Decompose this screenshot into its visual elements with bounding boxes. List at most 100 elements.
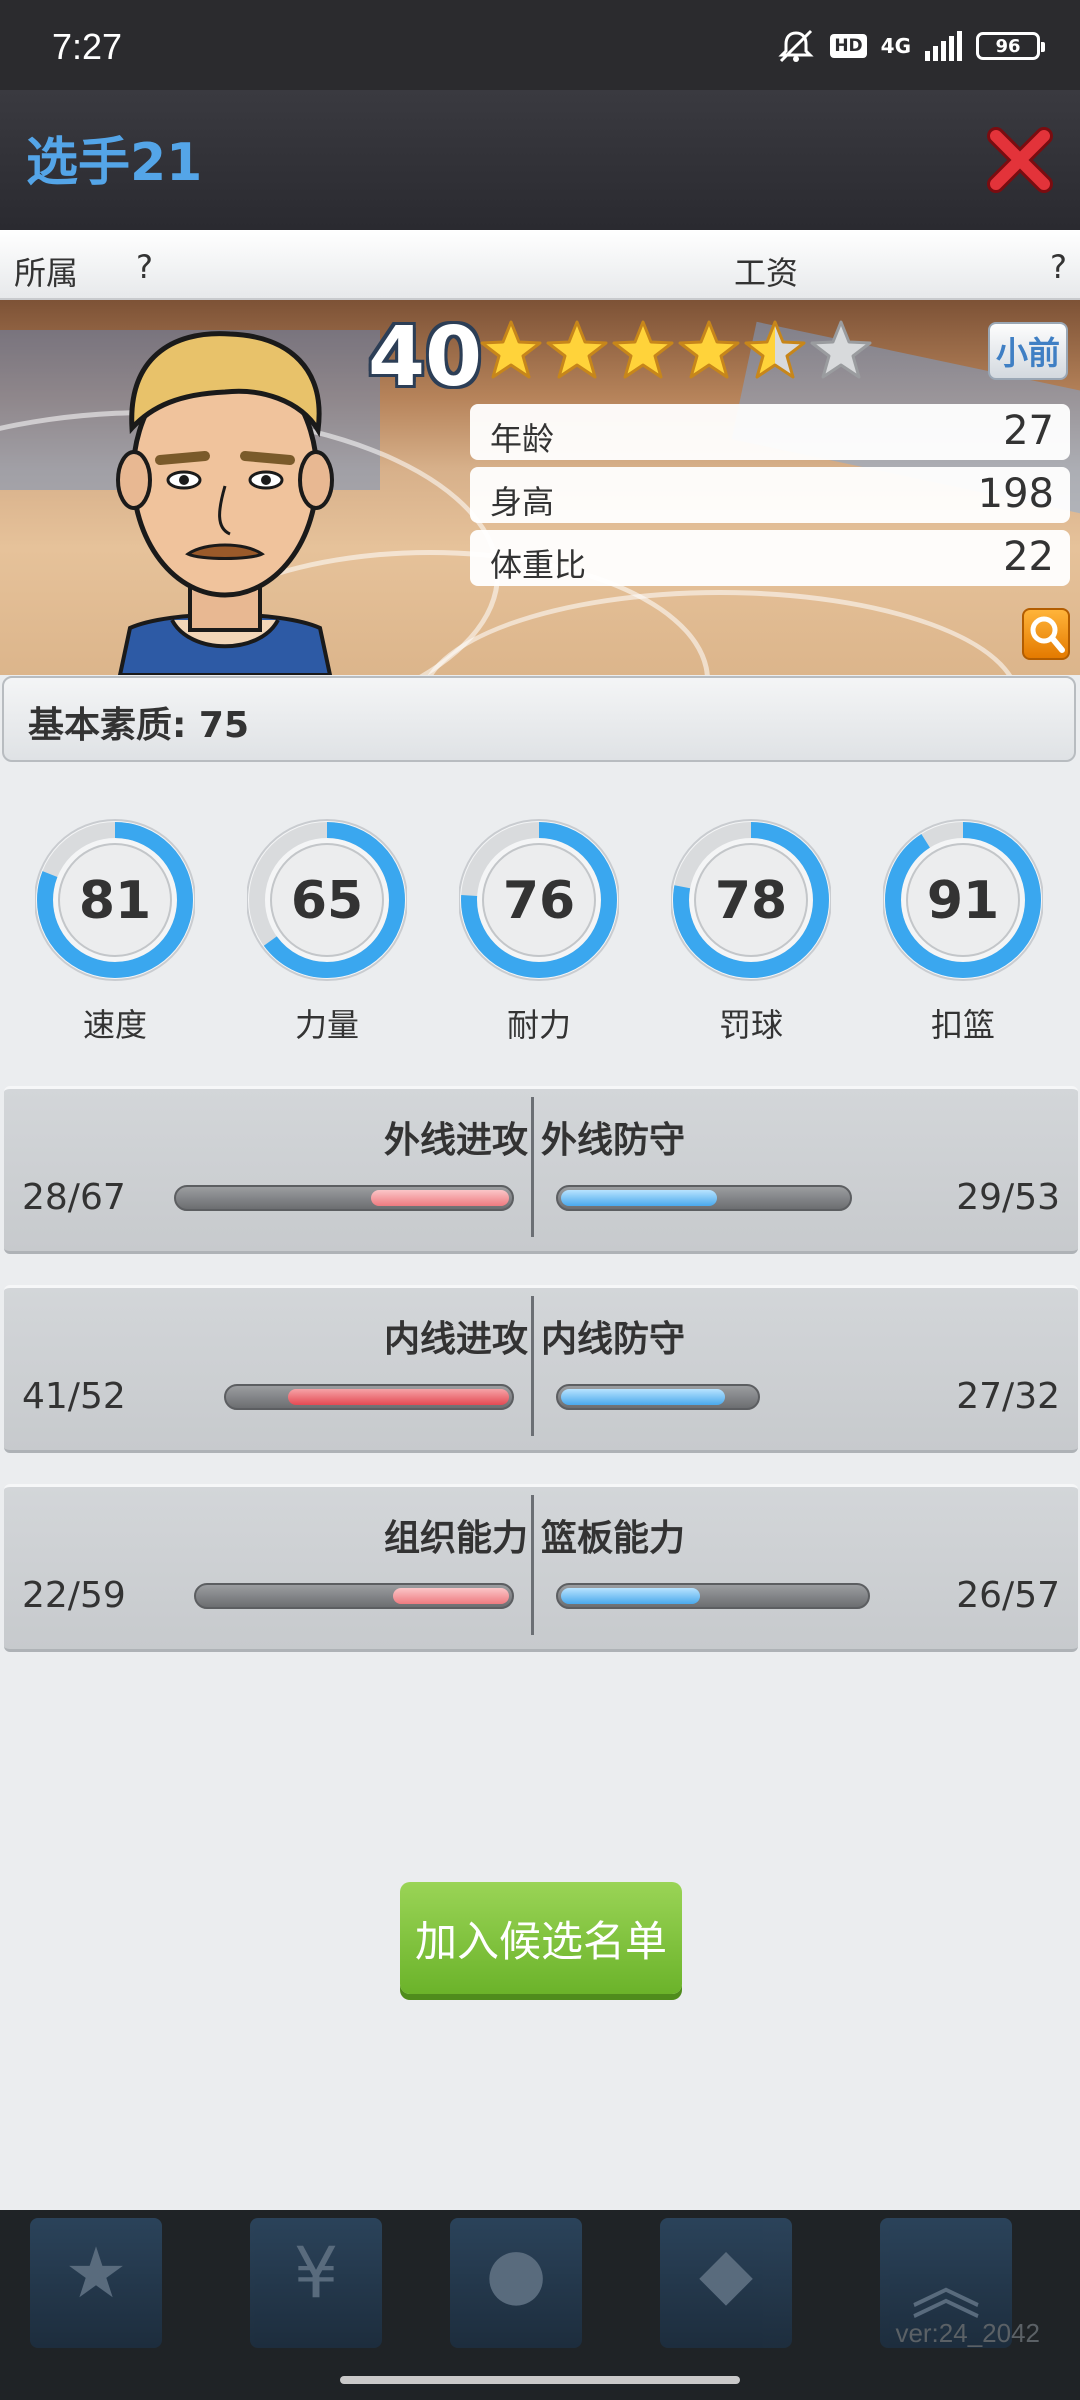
star-icon [810,320,872,379]
divider [531,1296,534,1436]
gauge-ring: 81 [34,819,196,981]
gauge-ring: 78 [670,819,832,981]
inside-defense-label: 内线防守 [541,1319,686,1360]
perimeter-defense-value: 29/53 [956,1177,1060,1218]
attr-label: 体重比 [490,546,587,584]
hd-badge: HD [830,34,867,58]
stat-panel-perimeter: 外线进攻 外线防守 28/67 29/53 [4,1086,1078,1254]
gauge-value: 78 [715,871,787,931]
gauge-speed: 81 速度 [34,810,196,1046]
attr-value: 27 [1003,408,1054,454]
close-button[interactable] [982,122,1058,198]
inside-offense-label: 内线进攻 [383,1319,528,1360]
inside-offense-bar [224,1384,514,1410]
network-type: 4G [880,34,911,58]
gauge-free-throw: 78 罚球 [670,810,832,1046]
gauge-strength: 65 力量 [246,810,408,1046]
bar-fill [393,1588,509,1604]
perimeter-defense-label: 外线防守 [541,1120,686,1161]
playmaking-label: 组织能力 [383,1518,528,1559]
shield-icon: ◆ [699,2232,753,2314]
stat-panel-playmaking: 组织能力 篮板能力 22/59 26/57 [4,1484,1078,1652]
player-avatar [116,331,334,675]
star-icon [612,320,674,379]
star-icon [480,320,542,379]
attr-label: 身高 [490,483,555,521]
divider [531,1097,534,1237]
bar-fill [288,1389,509,1405]
battery-icon: 96 [976,32,1045,60]
yen-icon: ¥ [293,2232,339,2314]
bar-fill [561,1389,725,1405]
perimeter-offense-bar [174,1185,514,1211]
salary-value: ? [1050,248,1067,286]
mute-vibrate-icon [776,28,816,64]
rebounding-value: 26/57 [956,1575,1060,1616]
gauge-value: 65 [291,871,363,931]
player-card: 40 小前 年龄 27 身高 198 体重比 22 [0,300,1080,675]
inside-defense-bar [556,1384,760,1410]
star-icon [678,320,740,379]
attr-label: 年龄 [490,420,555,458]
header: 选手21 [0,90,1080,230]
home-indicator[interactable] [340,2376,740,2384]
page-title: 选手21 [26,133,203,193]
info-row: 所属 ? 工资 ? [0,230,1080,300]
nav-item-rank[interactable]: ★ [30,2218,162,2348]
attr-row-height: 身高 198 [470,467,1070,523]
close-icon [987,127,1053,193]
playmaking-bar [194,1583,514,1609]
search-button[interactable] [1022,608,1070,660]
status-bar: 7:27 HD 4G 96 [0,0,1080,90]
rebounding-bar [556,1583,870,1609]
position-badge: 小前 [988,322,1068,380]
salary-label: 工资 [734,254,799,292]
perimeter-defense-bar [556,1185,852,1211]
star-icon [744,320,806,379]
gauge-ring: 65 [246,819,408,981]
bottom-nav: ★ ¥ ● ◆ ︽ ver:24_2042 [0,2210,1080,2360]
gauge-value: 91 [927,871,999,931]
attr-row-weight-ratio: 体重比 22 [470,530,1070,586]
signal-icon [925,31,962,61]
team-label: 所属 [14,254,79,292]
nav-item-team[interactable]: ◆ [660,2218,792,2348]
base-quality-text: 基本素质: 75 [28,705,250,746]
divider [531,1495,534,1635]
stat-panel-inside: 内线进攻 内线防守 41/52 27/32 [4,1285,1078,1453]
attr-value: 22 [1003,534,1054,580]
gauge-value: 76 [503,871,575,931]
inside-offense-value: 41/52 [22,1376,126,1417]
gauge-label: 力量 [294,1006,359,1044]
nav-item-finance[interactable]: ¥ [250,2218,382,2348]
gauge-value: 81 [79,871,151,931]
version-text: ver:24_2042 [895,2318,1040,2348]
bar-fill [561,1190,718,1206]
add-to-shortlist-button[interactable]: 加入候选名单 [400,1882,682,1994]
attr-row-age: 年龄 27 [470,404,1070,460]
gauge-label: 扣篮 [930,1006,995,1044]
rebounding-label: 篮板能力 [541,1518,686,1559]
player-rating: 40 [368,310,483,405]
battery-level: 96 [995,35,1021,57]
status-time: 7:27 [52,26,123,67]
gauge-label: 速度 [82,1006,147,1044]
search-icon [1030,616,1065,653]
attr-value: 198 [977,471,1054,517]
bar-fill [371,1190,509,1206]
star-icon: ★ [64,2232,128,2314]
gesture-area [0,2360,1080,2400]
base-quality-bar: 基本素质: 75 [2,676,1076,762]
gauge-label: 耐力 [506,1006,571,1044]
perimeter-offense-label: 外线进攻 [383,1120,528,1161]
gauge-dunk: 91 扣篮 [882,810,1044,1046]
status-icons: HD 4G 96 [776,28,1045,64]
nav-item-scout[interactable]: ● [450,2218,582,2348]
gauge-ring: 91 [882,819,1044,981]
team-value: ? [136,248,153,286]
person-icon: ● [485,2232,547,2314]
gauge-label: 罚球 [718,1006,783,1044]
inside-defense-value: 27/32 [956,1376,1060,1417]
playmaking-value: 22/59 [22,1575,126,1616]
star-rating [478,318,874,384]
